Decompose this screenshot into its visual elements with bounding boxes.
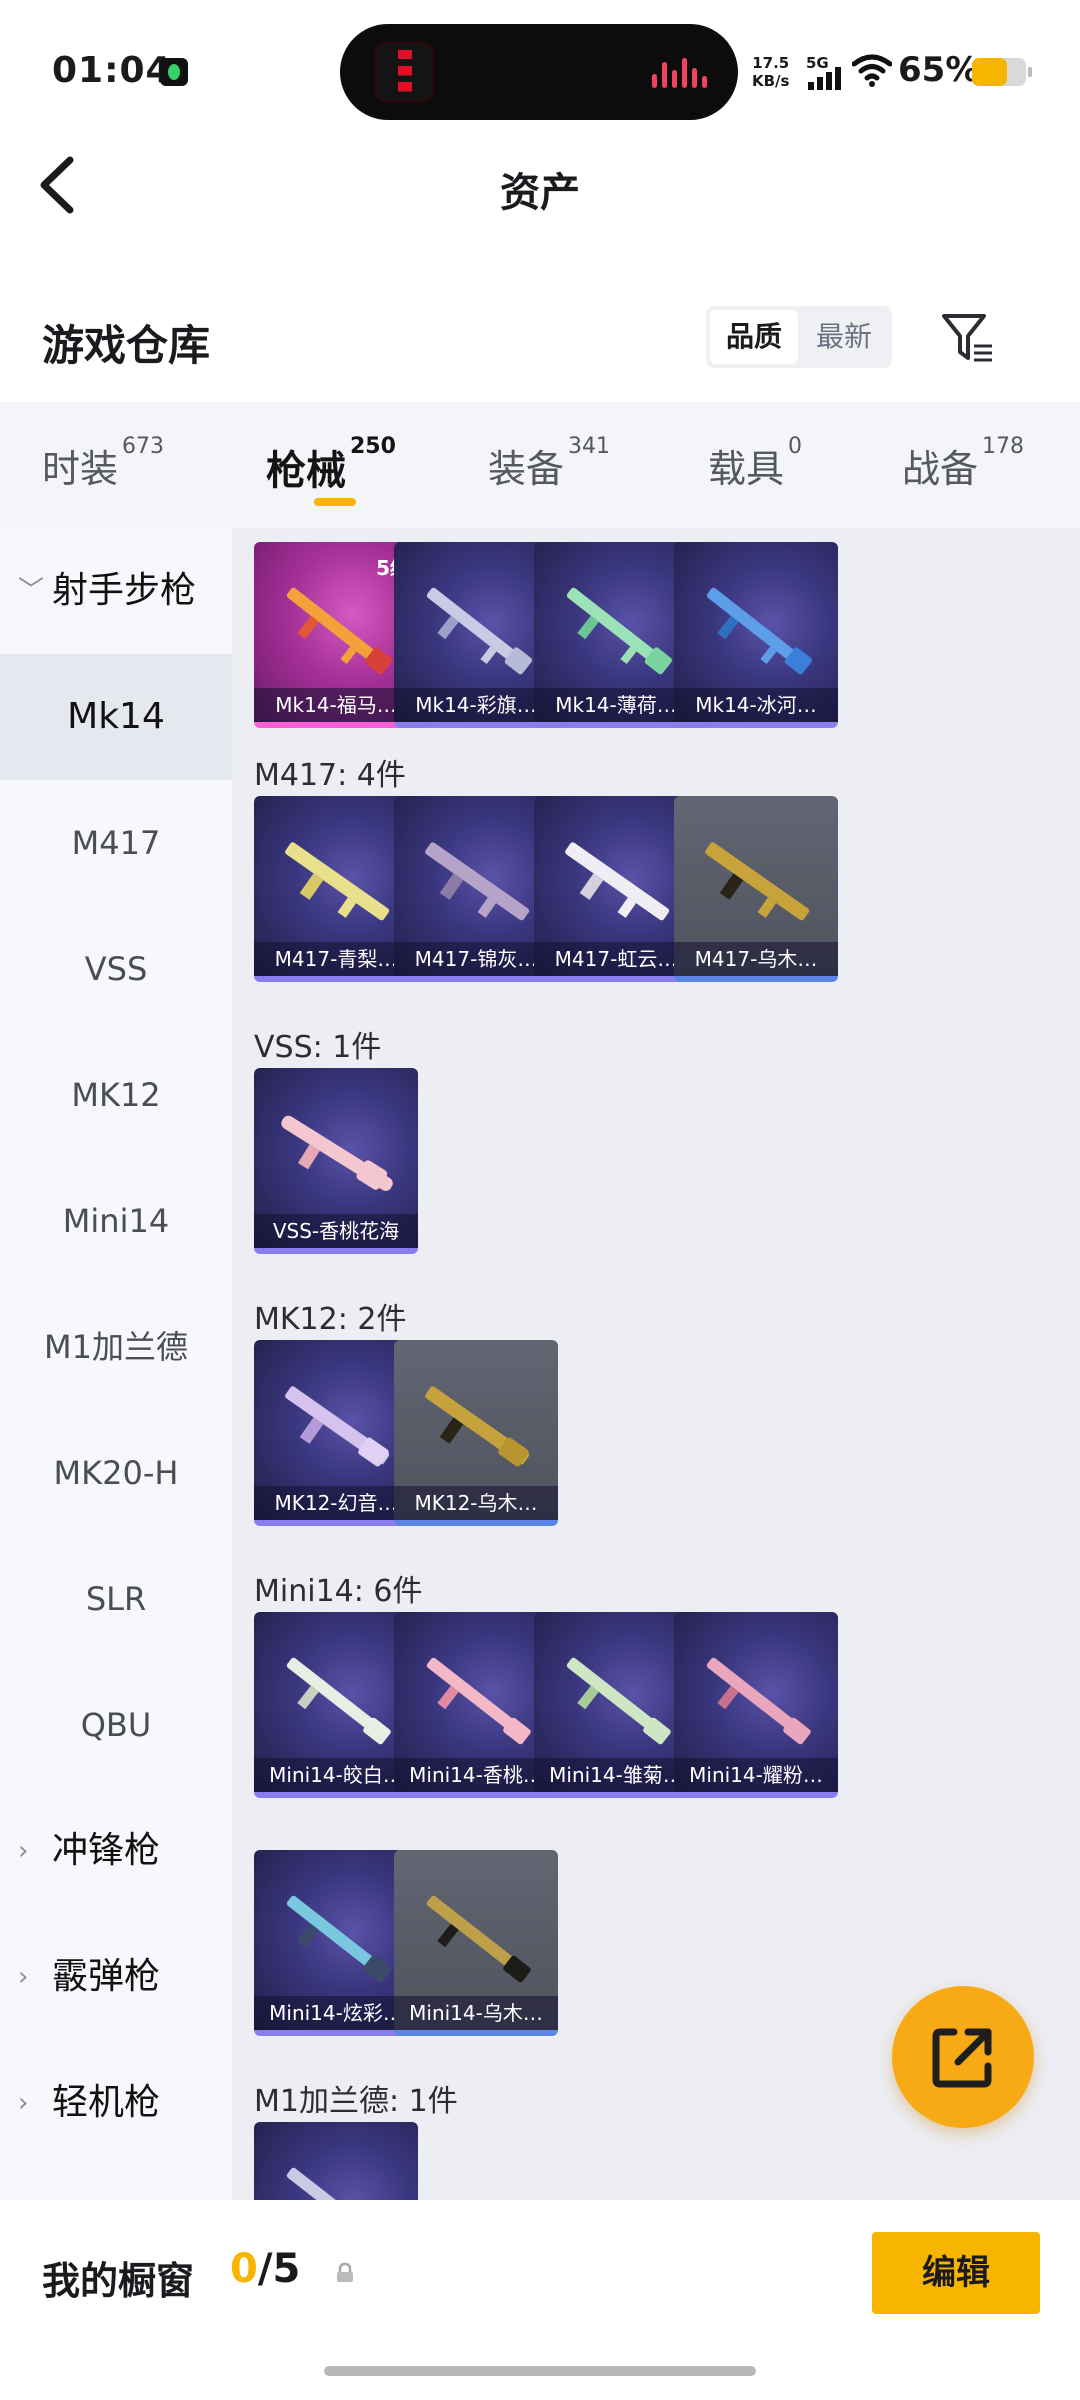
battery-icon — [972, 58, 1032, 86]
rifle-skin-icon — [285, 1386, 390, 1467]
edit-button[interactable]: 编辑 — [872, 2232, 1040, 2314]
status-bar: 01:04 17.5 KB/s 5G 65% — [0, 0, 1080, 140]
filter-icon[interactable] — [938, 308, 998, 368]
share-button[interactable] — [892, 1986, 1034, 2128]
chevron-right-icon: › — [18, 1836, 29, 1866]
sidebar-item-m417[interactable]: M417 — [0, 780, 232, 906]
weapon-card[interactable]: Mini14-乌木… — [394, 1850, 558, 2036]
showcase-label: 我的橱窗 — [42, 2259, 195, 2303]
rifle-skin-icon — [281, 1115, 393, 1191]
sort-newest-button[interactable]: 最新 — [800, 310, 888, 364]
section-title: 游戏仓库 — [42, 321, 211, 370]
chevron-right-icon: › — [18, 1962, 29, 1992]
rifle-skin-icon — [425, 842, 530, 921]
weapon-sidebar: ﹀ 射手步枪 Mk14 M417 VSS MK12 Mini14 M1加兰德 MK… — [0, 528, 232, 2200]
tab-guns[interactable]: 枪械250 — [266, 434, 396, 496]
status-time: 01:04 — [52, 50, 172, 91]
rifle-skin-icon — [706, 587, 812, 675]
audio-wave-icon — [652, 58, 712, 88]
wifi-icon — [852, 54, 892, 87]
dynamic-island[interactable] — [340, 24, 738, 120]
rifle-skin-icon — [426, 1657, 531, 1745]
rifle-skin-icon — [566, 1657, 671, 1745]
sidebar-item-mk14[interactable]: Mk14 — [0, 654, 232, 780]
weapon-card[interactable]: Mk14-冰河… — [674, 542, 838, 728]
group-header-vss: VSS: 1件 — [254, 1030, 382, 1065]
tab-equipment[interactable]: 装备341 — [488, 434, 610, 493]
tab-vehicles[interactable]: 载具0 — [708, 434, 802, 493]
group-header-mk12: MK12: 2件 — [254, 1302, 407, 1337]
weapon-card[interactable]: VSS-香桃花海 — [254, 1068, 418, 1254]
rifle-skin-icon — [286, 1657, 391, 1745]
lock-icon — [337, 2262, 353, 2282]
signal-icon: 5G — [806, 54, 846, 90]
sort-toggle: 品质 最新 — [706, 306, 892, 368]
tab-supplies[interactable]: 战备178 — [902, 434, 1024, 493]
rifle-skin-icon — [286, 1895, 391, 1983]
network-speed: 17.5 KB/s — [752, 54, 790, 90]
sidebar-item-mk12[interactable]: MK12 — [0, 1032, 232, 1158]
weapon-card[interactable]: Mini14-耀粉… — [674, 1612, 838, 1798]
tab-fashion[interactable]: 时装673 — [42, 434, 164, 493]
group-header-m417: M417: 4件 — [254, 758, 406, 793]
rifle-skin-icon — [426, 1895, 531, 1983]
music-app-icon — [160, 58, 188, 86]
category-tabs: 时装673 枪械250 装备341 载具0 战备178 — [0, 402, 1080, 528]
group-header-mini14: Mini14: 6件 — [254, 1574, 423, 1609]
weapon-grid: 5级Mk14-福马… Mk14-彩旗… Mk14-薄荷… Mk14-冰河… M4… — [232, 528, 1080, 2200]
weapon-card[interactable]: M417-乌木… — [674, 796, 838, 982]
sidebar-group-lmg[interactable]: › 轻机枪 — [0, 2040, 232, 2166]
sidebar-item-vss[interactable]: VSS — [0, 906, 232, 1032]
sort-quality-button[interactable]: 品质 — [710, 310, 798, 364]
chevron-down-icon: ﹀ — [18, 576, 45, 606]
active-tab-indicator — [314, 498, 356, 506]
rifle-skin-icon — [566, 587, 672, 675]
page-title: 资产 — [500, 170, 580, 216]
showcase-count: 0/5 — [230, 2246, 301, 2292]
weapon-card[interactable] — [254, 2122, 418, 2200]
home-indicator[interactable] — [324, 2366, 756, 2376]
rifle-skin-icon — [285, 842, 390, 921]
chevron-right-icon: › — [18, 2088, 29, 2118]
sidebar-group-marksman[interactable]: ﹀ 射手步枪 — [0, 528, 232, 654]
sidebar-item-mk20h[interactable]: MK20-H — [0, 1410, 232, 1536]
rifle-skin-icon — [286, 2167, 387, 2200]
rifle-skin-icon — [426, 587, 532, 675]
sidebar-item-slr[interactable]: SLR — [0, 1536, 232, 1662]
weapon-card[interactable]: MK12-乌木… — [394, 1340, 558, 1526]
sidebar-item-qbu[interactable]: QBU — [0, 1662, 232, 1788]
group-header-m1: M1加兰德: 1件 — [254, 2084, 458, 2119]
rifle-skin-icon — [286, 587, 392, 675]
rifle-skin-icon — [565, 842, 670, 921]
battery-percent: 65% — [898, 50, 980, 90]
sidebar-item-mini14[interactable]: Mini14 — [0, 1158, 232, 1284]
sidebar-group-shotgun[interactable]: › 霰弹枪 — [0, 1914, 232, 2040]
rifle-skin-icon — [425, 1386, 530, 1467]
album-art-icon — [374, 42, 434, 102]
sidebar-item-m1[interactable]: M1加兰德 — [0, 1284, 232, 1410]
sidebar-group-smg[interactable]: › 冲锋枪 — [0, 1788, 232, 1914]
rifle-skin-icon — [706, 1657, 811, 1745]
rifle-skin-icon — [705, 842, 810, 921]
external-link-icon — [932, 2028, 992, 2088]
